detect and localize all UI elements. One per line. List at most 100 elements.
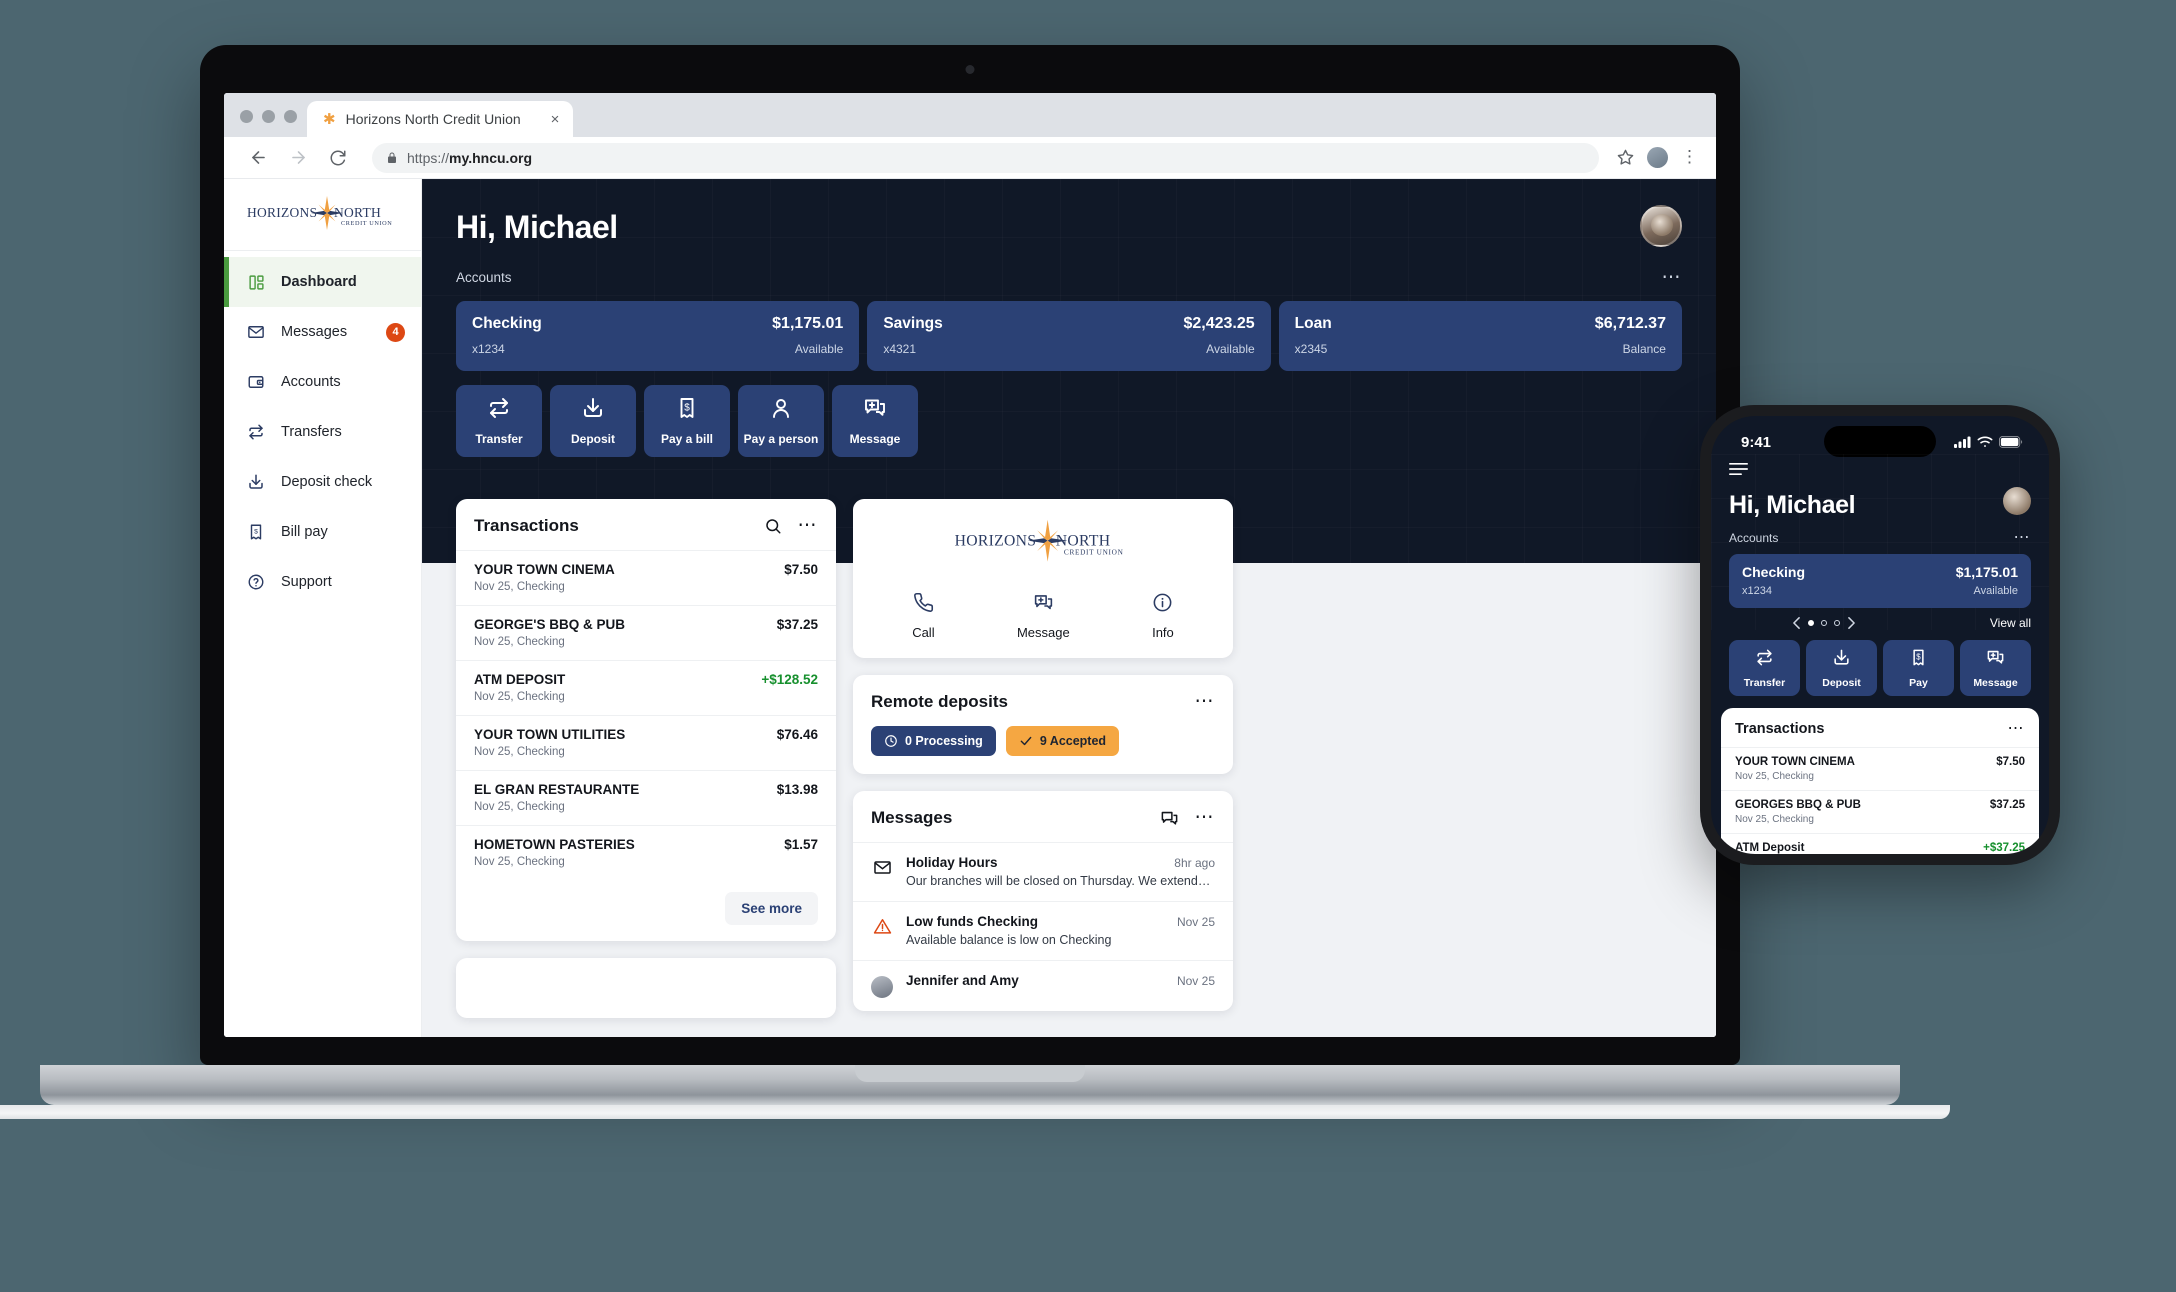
kebab-menu-icon[interactable]: ⋮ xyxy=(1681,148,1698,165)
minimize-window-dot[interactable] xyxy=(262,110,275,123)
transaction-amount: $13.98 xyxy=(776,782,818,797)
ellipsis-icon[interactable]: ⋯ xyxy=(798,517,819,535)
sidebar-item-label: Messages xyxy=(281,324,348,340)
account-card[interactable]: Checking $1,175.01 x1234 Available xyxy=(1729,554,2031,608)
action-label: Message xyxy=(1973,676,2018,689)
app-root: HORIZONS NORTH CREDIT UNION Dashboard Me… xyxy=(224,179,1716,1037)
action-label: Transfer xyxy=(475,432,523,446)
transaction-row[interactable]: GEORGE'S BBQ & PUB $37.25 Nov 25, Checkin… xyxy=(456,605,836,660)
avatar[interactable] xyxy=(1640,205,1682,247)
message-button[interactable]: Message xyxy=(1960,640,2031,696)
messages-card: Messages ⋯ Holiday Hours 8hr ago Our bra… xyxy=(853,791,1233,1011)
sidebar-item-accounts[interactable]: Accounts xyxy=(224,357,421,407)
transaction-row[interactable]: YOUR TOWN CINEMA $7.50 Nov 25, Checking xyxy=(1721,747,2039,790)
see-more-button[interactable]: See more xyxy=(725,892,818,925)
contact-label: Message xyxy=(1016,625,1070,640)
message-row[interactable]: Holiday Hours 8hr ago Our branches will … xyxy=(853,842,1233,901)
transactions-card: Transactions ⋯ YOUR TOWN CINEMA $7.50 No… xyxy=(456,499,836,941)
phone-body: 9:41 Hi, Michael Accounts ⋯ Checking $1,… xyxy=(1700,405,2060,865)
ellipsis-icon[interactable]: ⋯ xyxy=(1662,268,1683,287)
account-card[interactable]: Savings $2,423.25 x4321 Available xyxy=(867,301,1271,371)
pay-a-bill-button[interactable]: $ Pay a bill xyxy=(644,385,730,457)
account-number: x1234 xyxy=(1742,585,1772,597)
transaction-row[interactable]: HOMETOWN PASTERIES $1.57 Nov 25, Checking xyxy=(456,825,836,880)
chat-bubble-icon[interactable] xyxy=(1160,809,1179,828)
transaction-sub: Nov 25, Checking xyxy=(474,636,565,648)
profile-avatar[interactable] xyxy=(1647,147,1668,168)
transaction-amount: $76.46 xyxy=(776,727,818,742)
ellipsis-icon[interactable]: ⋯ xyxy=(2014,530,2032,546)
maximize-window-dot[interactable] xyxy=(284,110,297,123)
page-title: Hi, Michael xyxy=(456,209,618,245)
transaction-row[interactable]: YOUR TOWN CINEMA $7.50 Nov 25, Checking xyxy=(456,550,836,605)
close-window-dot[interactable] xyxy=(240,110,253,123)
ellipsis-icon[interactable]: ⋯ xyxy=(1195,809,1216,827)
message-time: 8hr ago xyxy=(1174,856,1215,870)
laptop-camera xyxy=(965,65,975,74)
sidebar-item-dashboard[interactable]: Dashboard xyxy=(224,257,421,307)
accepted-pill[interactable]: 9 Accepted xyxy=(1005,726,1120,756)
account-sub: Available xyxy=(1206,342,1255,356)
transaction-row[interactable]: ATM Deposit+$37.25 Nov 25, Savings xyxy=(1721,833,2039,854)
pager-dot[interactable] xyxy=(1833,620,1840,626)
action-label: Pay a bill xyxy=(660,432,714,446)
sidebar-item-deposit-check[interactable]: Deposit check xyxy=(224,457,421,507)
pay-button[interactable]: $ Pay xyxy=(1883,640,1954,696)
back-arrow-icon[interactable] xyxy=(242,142,274,174)
view-all-link[interactable]: View all xyxy=(1990,616,2031,630)
sidebar-item-support[interactable]: Support xyxy=(224,557,421,607)
pay-a-person-button[interactable]: Pay a person xyxy=(738,385,824,457)
message-title: Jennifer and Amy xyxy=(906,973,1019,988)
laptop-lid: ✱ Horizons North Credit Union × https://… xyxy=(200,45,1740,1065)
browser-tab-strip: ✱ Horizons North Credit Union × xyxy=(224,93,1716,137)
ellipsis-icon[interactable]: ⋯ xyxy=(1195,693,1216,711)
svg-text:HORIZONS: HORIZONS xyxy=(955,532,1037,549)
deposit-button[interactable]: Deposit xyxy=(1806,640,1877,696)
avatar[interactable] xyxy=(2003,486,2031,515)
account-name: Loan xyxy=(1294,315,1332,332)
ellipsis-icon[interactable]: ⋯ xyxy=(2008,721,2026,737)
message-button[interactable]: Message xyxy=(1017,592,1070,640)
transaction-row[interactable]: EL GRAN RESTAURANTE $13.98 Nov 25, Checki… xyxy=(456,770,836,825)
message-button[interactable]: Message xyxy=(832,385,918,457)
processing-pill[interactable]: 0 Processing xyxy=(871,726,996,756)
bill-icon: $ xyxy=(245,521,267,543)
info-button[interactable]: Info xyxy=(1152,592,1174,640)
address-bar[interactable]: https://my.hncu.org xyxy=(372,142,1599,173)
transaction-row[interactable]: ATM DEPOSIT +$128.52 Nov 25, Checking xyxy=(456,660,836,715)
account-card[interactable]: Checking $1,175.01 x1234 Available xyxy=(456,301,860,371)
person-icon xyxy=(769,396,793,425)
reload-icon[interactable] xyxy=(322,142,354,174)
account-amount: $1,175.01 xyxy=(1955,564,2018,580)
hamburger-menu-icon[interactable] xyxy=(1729,462,1748,476)
call-button[interactable]: Call xyxy=(912,592,935,640)
account-card[interactable]: Loan $6,712.37 x2345 Balance xyxy=(1278,301,1682,371)
transaction-row[interactable]: YOUR TOWN UTILITIES $76.46 Nov 25, Checki… xyxy=(456,715,836,770)
pager-dot[interactable] xyxy=(1820,620,1827,626)
close-icon[interactable]: × xyxy=(531,111,560,128)
message-row[interactable]: Low funds Checking Nov 25 Available bala… xyxy=(853,901,1233,960)
browser-tab[interactable]: ✱ Horizons North Credit Union × xyxy=(307,101,574,137)
star-burst-icon: ✱ xyxy=(323,110,336,128)
transfer-button[interactable]: Transfer xyxy=(456,385,542,457)
accounts-header: Accounts ⋯ xyxy=(456,268,1682,287)
sidebar-logo[interactable]: HORIZONS NORTH CREDIT UNION xyxy=(224,179,421,251)
chevron-left-icon[interactable] xyxy=(1792,617,1801,629)
deposit-button[interactable]: Deposit xyxy=(550,385,636,457)
transfer-button[interactable]: Transfer xyxy=(1729,640,1800,696)
sidebar-item-transfers[interactable]: Transfers xyxy=(224,407,421,457)
message-row[interactable]: Jennifer and Amy Nov 25 xyxy=(853,960,1233,1011)
sidebar-item-bill-pay[interactable]: $ Bill pay xyxy=(224,507,421,557)
search-icon[interactable] xyxy=(764,517,782,535)
card-title: Messages xyxy=(871,808,953,827)
avatar-icon xyxy=(871,973,893,998)
chevron-right-icon[interactable] xyxy=(1847,617,1856,629)
bookmark-star-icon[interactable] xyxy=(1617,149,1634,166)
quick-actions: Transfer Deposit $ Pay a bill Pay a pers… xyxy=(456,385,1682,457)
sidebar-item-messages[interactable]: Messages 4 xyxy=(224,307,421,357)
window-controls[interactable] xyxy=(238,110,307,137)
transaction-row[interactable]: GEORGES BBQ & PUB $37.25 Nov 25, Checking xyxy=(1721,790,2039,833)
pager-dot-active[interactable] xyxy=(1807,620,1814,626)
transaction-sub: Nov 25, Checking xyxy=(1735,814,1814,825)
svg-text:CREDIT UNION: CREDIT UNION xyxy=(1064,549,1124,557)
